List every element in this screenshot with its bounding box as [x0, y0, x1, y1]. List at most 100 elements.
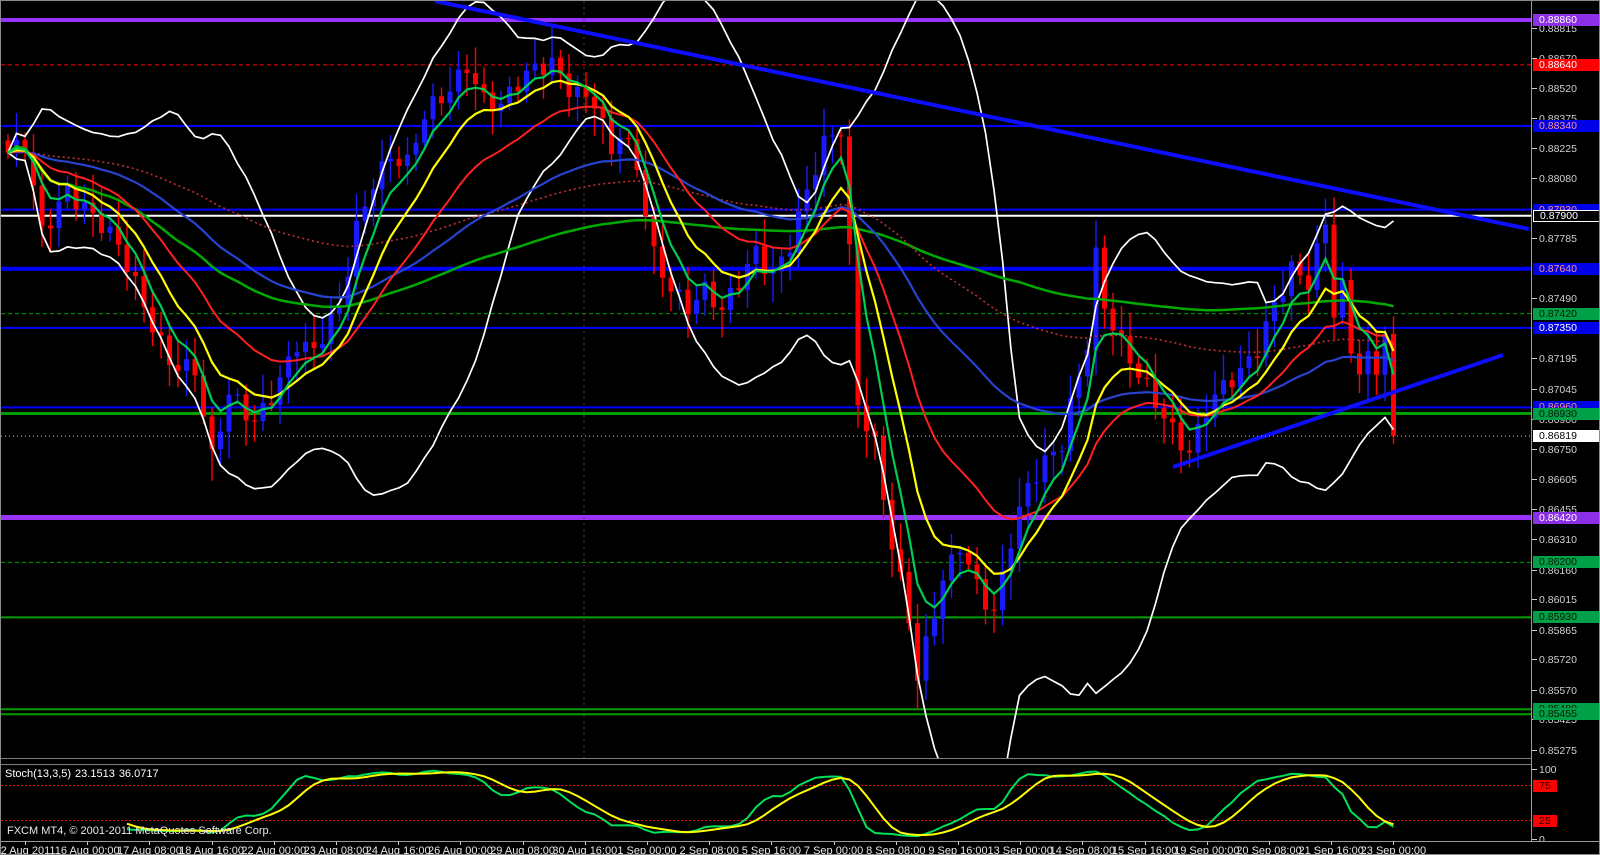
candle-bear: [1230, 380, 1235, 387]
candle-bear: [516, 87, 521, 92]
time-label: 22 Aug 00:00: [241, 845, 306, 855]
candle-bull: [235, 394, 240, 395]
candle-bear: [133, 272, 138, 276]
candle-bull: [1221, 380, 1226, 394]
stoch-level-badge: 75: [1533, 780, 1557, 792]
ma-green: [8, 71, 1394, 608]
time-label: 21 Sep 16:00: [1298, 845, 1363, 855]
candle-bull: [1026, 483, 1031, 507]
price-tick: 0.85865: [1532, 625, 1600, 637]
time-label: 30 Aug 16:00: [552, 845, 617, 855]
price-tick: 0.85720: [1532, 654, 1600, 666]
price-badge: 0.88640: [1533, 59, 1600, 71]
time-label: 9 Sep 16:00: [928, 845, 987, 855]
candle-bear: [711, 282, 716, 308]
stoch-axis-label: 100: [1532, 764, 1600, 776]
candle-bear: [992, 609, 997, 610]
price-tick: 0.85275: [1532, 745, 1600, 757]
price-tick: 0.87490: [1532, 293, 1600, 305]
candle-bear: [966, 553, 971, 565]
price-tick: 0.87785: [1532, 233, 1600, 245]
price-tick: 0.87195: [1532, 353, 1600, 365]
price-badge: 0.88340: [1533, 120, 1600, 132]
candle-bull: [218, 432, 223, 449]
candle-bull: [303, 342, 308, 352]
price-tick: 0.88225: [1532, 143, 1600, 155]
mt4-chart-window: Stoch(13,3,5)23.151336.0717 FXCM MT4, © …: [0, 0, 1600, 855]
candle-bear: [1255, 356, 1260, 358]
trendlines[interactable]: [435, 1, 1529, 467]
candle-bull: [575, 87, 580, 97]
bollinger-bands: [8, 1, 1394, 758]
candle-bear: [839, 135, 844, 136]
pane-separator[interactable]: [1, 758, 1600, 765]
candle-bull: [949, 554, 954, 580]
candle-bull: [932, 619, 937, 636]
price-tick: 0.85570: [1532, 685, 1600, 697]
candle-bear: [1187, 451, 1192, 453]
candle-bull: [184, 359, 189, 371]
time-label: 1 Sep 00:00: [617, 845, 676, 855]
time-label: 24 Aug 16:00: [366, 845, 431, 855]
stoch-lines: [127, 771, 1394, 836]
candle-bull: [1017, 506, 1022, 548]
price-badge: 0.85930: [1533, 611, 1600, 623]
candle-bull: [414, 143, 419, 155]
candle-bull: [788, 253, 793, 257]
candle-bear: [1374, 351, 1379, 375]
time-label: 16 Aug 00:00: [55, 845, 120, 855]
candle-bull: [1315, 243, 1320, 290]
candle-bull: [448, 92, 453, 103]
price-axis[interactable]: 0.888150.886700.885200.883750.882250.880…: [1531, 1, 1600, 841]
trendline-1[interactable]: [435, 1, 1529, 229]
price-badge: 0.87900: [1533, 210, 1600, 222]
candle-bull: [108, 227, 113, 233]
candle-bull: [1323, 225, 1328, 244]
price-badge: 0.88860: [1533, 14, 1600, 26]
time-label: 18 Aug 16:00: [179, 845, 244, 855]
candle-bear: [541, 64, 546, 75]
candle-bull: [363, 207, 368, 221]
candle-bull: [1034, 482, 1039, 483]
price-tick: 0.86015: [1532, 594, 1600, 606]
copyright-watermark: FXCM MT4, © 2001-2011 MetaQuotes Softwar…: [7, 825, 272, 837]
candle-bull: [1060, 451, 1065, 452]
candle-bull: [405, 155, 410, 166]
candle-bear: [473, 73, 478, 84]
candle-bear: [720, 307, 725, 310]
time-axis[interactable]: 12 Aug 201116 Aug 00:0017 Aug 08:0018 Au…: [1, 841, 1600, 855]
time-label: 20 Sep 08:00: [1236, 845, 1301, 855]
ma-red: [8, 107, 1394, 520]
price-badge: 0.86819: [1533, 430, 1600, 442]
price-badge: 0.87420: [1533, 308, 1600, 320]
ma-dotted-red: [8, 152, 1394, 352]
candle-bear: [686, 290, 691, 314]
candle-bull: [1272, 302, 1277, 321]
time-label: 14 Sep 08:00: [1050, 845, 1115, 855]
candle-bear: [40, 185, 45, 225]
time-label: 7 Sep 00:00: [804, 845, 863, 855]
time-label: 2 Sep 08:00: [680, 845, 739, 855]
time-label: 23 Sep 00:00: [1361, 845, 1426, 855]
moving-averages: [8, 71, 1394, 608]
candle-bull: [1051, 452, 1056, 456]
candle-bull: [422, 119, 427, 142]
candle-bull: [1281, 296, 1286, 302]
time-label: 12 Aug 2011: [0, 845, 55, 855]
time-label: 13 Sep 00:00: [987, 845, 1052, 855]
price-tick: 0.86750: [1532, 444, 1600, 456]
time-label: 26 Aug 00:00: [428, 845, 493, 855]
candle-bear: [125, 245, 130, 272]
candle-bull: [57, 202, 62, 229]
candle-bull: [1000, 571, 1005, 610]
candle-bull: [1383, 334, 1388, 375]
time-label: 23 Aug 08:00: [304, 845, 369, 855]
price-chart-pane[interactable]: [1, 1, 1531, 758]
ma-blue: [8, 152, 1394, 414]
candle-bull: [533, 64, 538, 71]
candle-bear: [1111, 309, 1116, 331]
candle-bull: [227, 395, 232, 432]
time-label: 15 Sep 16:00: [1112, 845, 1177, 855]
candle-bear: [626, 138, 631, 139]
bollinger-lower: [8, 117, 1394, 759]
